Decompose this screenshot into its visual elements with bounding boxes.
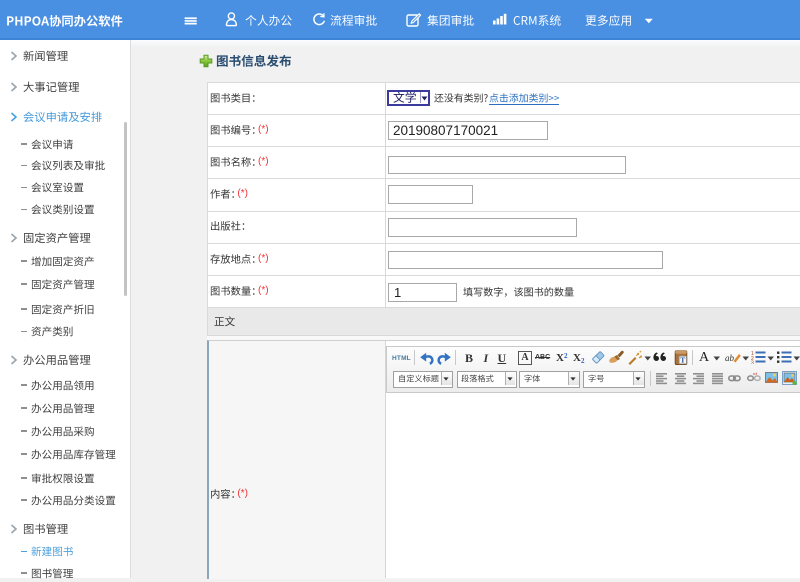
svg-text:ab: ab: [725, 353, 735, 363]
svg-text:3: 3: [751, 361, 754, 365]
svg-text:T: T: [680, 355, 685, 364]
